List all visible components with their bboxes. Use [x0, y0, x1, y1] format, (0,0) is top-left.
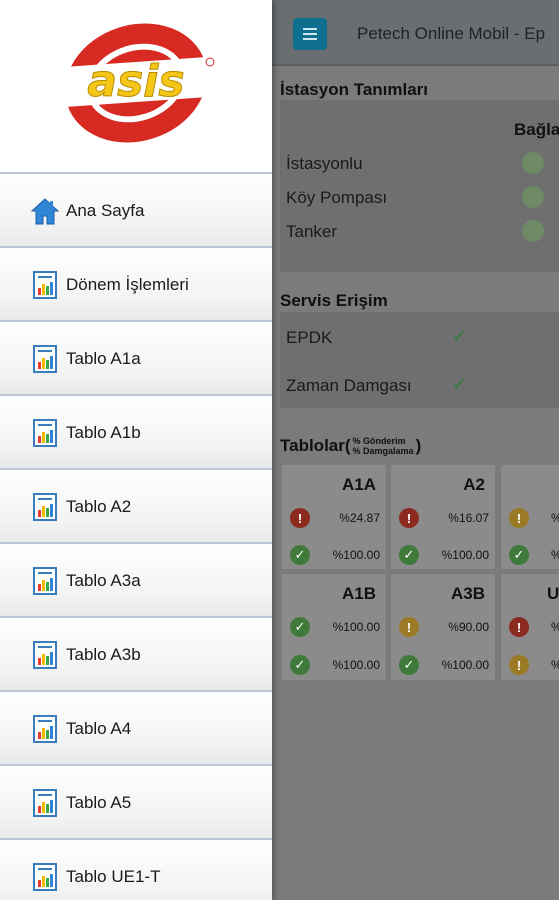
- menu-item-label: Tablo A3a: [66, 571, 141, 590]
- app-title: Petech Online Mobil - Ep: [357, 24, 546, 43]
- warning-icon: !: [509, 655, 529, 675]
- report-icon: [33, 493, 57, 521]
- check-icon: ✓: [452, 374, 468, 394]
- status-icon: [522, 186, 544, 208]
- sent-percent: %90.00: [448, 620, 489, 634]
- stamped-percent: %100.00: [441, 548, 489, 562]
- check-icon: ✓: [290, 617, 310, 637]
- menu-item-label: Tablo A3b: [66, 645, 141, 664]
- check-icon: ✓: [290, 655, 310, 675]
- menu-item-donem-islemleri[interactable]: Dönem İşlemleri: [0, 246, 272, 320]
- asis-logo: asis: [53, 23, 219, 143]
- main-screen: Petech Online Mobil - Ep İstasyon Tanıml…: [272, 0, 559, 900]
- card-name: A1A: [341, 475, 376, 494]
- report-icon: [33, 789, 57, 817]
- station-row-label: Köy Pompası: [286, 188, 388, 207]
- menu-icon[interactable]: [293, 18, 327, 50]
- station-row-label: Tanker: [286, 222, 338, 241]
- stamped-percent: %100.00: [332, 658, 380, 672]
- stations-section-title: İstasyon Tanımları: [280, 80, 429, 99]
- report-icon: [33, 419, 57, 447]
- menu-item-label: Tablo A1a: [66, 349, 141, 368]
- table-card[interactable]: A3B ! %90.00 ✓ %100.00: [391, 574, 495, 680]
- report-icon: [33, 715, 57, 743]
- status-icon: [522, 220, 544, 242]
- menu-item-tablo-a5[interactable]: Tablo A5: [0, 764, 272, 838]
- service-row-label: Zaman Damgası: [286, 376, 412, 395]
- services-section-title: Servis Erişim: [280, 291, 388, 310]
- menu-item-tablo-a1b[interactable]: Tablo A1b: [0, 394, 272, 468]
- card-name: A1B: [341, 584, 376, 603]
- table-card[interactable]: U !% !%: [501, 574, 559, 680]
- tables-title-prefix: Tablolar(: [280, 436, 351, 455]
- check-icon: ✓: [452, 326, 468, 346]
- tables-title-suffix: ): [415, 436, 422, 455]
- sent-percent: %: [551, 620, 559, 634]
- svg-text:asis: asis: [87, 56, 184, 107]
- report-icon: [33, 641, 57, 669]
- navigation-drawer: asis Ana Sayfa Dönem İşlemleri Tablo A1a…: [0, 0, 272, 900]
- stamped-percent: %100.00: [441, 658, 489, 672]
- menu-list: Ana Sayfa Dönem İşlemleri Tablo A1a Tabl…: [0, 172, 272, 900]
- menu-item-label: Dönem İşlemleri: [66, 275, 189, 294]
- logo-area: asis: [0, 0, 272, 172]
- report-icon: [33, 567, 57, 595]
- services-panel: EPDK ✓ Zaman Damgası ✓: [280, 312, 559, 408]
- check-icon: ✓: [399, 545, 419, 565]
- menu-item-ana-sayfa[interactable]: Ana Sayfa: [0, 172, 272, 246]
- report-icon: [33, 271, 57, 299]
- menu-item-tablo-a1a[interactable]: Tablo A1a: [0, 320, 272, 394]
- menu-item-tablo-ue1-t[interactable]: Tablo UE1-T: [0, 838, 272, 900]
- app-bar: Petech Online Mobil - Ep: [272, 0, 559, 66]
- status-icon: [522, 152, 544, 174]
- card-name: A3B: [450, 584, 485, 603]
- menu-item-tablo-a2[interactable]: Tablo A2: [0, 468, 272, 542]
- stations-column-header: Bağla: [514, 120, 559, 139]
- menu-item-label: Tablo UE1-T: [66, 867, 161, 886]
- stamped-percent: %: [551, 658, 559, 672]
- check-icon: ✓: [399, 655, 419, 675]
- station-row-label: İstasyonlu: [286, 154, 363, 173]
- menu-item-label: Tablo A2: [66, 497, 132, 516]
- service-row-label: EPDK: [286, 328, 333, 347]
- warning-icon: !: [509, 508, 529, 528]
- check-icon: ✓: [290, 545, 310, 565]
- report-icon: [33, 345, 57, 373]
- sent-percent: %16.07: [448, 511, 489, 525]
- card-name: A2: [463, 475, 485, 494]
- error-icon: !: [399, 508, 419, 528]
- menu-item-tablo-a3a[interactable]: Tablo A3a: [0, 542, 272, 616]
- legend-stamped: % Damgalama: [352, 446, 414, 456]
- legend-sent: % Gönderim: [352, 436, 406, 446]
- tables-legend: % Gönderim % Damgalama: [353, 436, 414, 456]
- stamped-percent: %100.00: [332, 548, 380, 562]
- table-card[interactable]: A2 ! %16.07 ✓ %100.00: [391, 465, 495, 569]
- sent-percent: %24.87: [339, 511, 380, 525]
- report-icon: [33, 863, 57, 891]
- error-icon: !: [290, 508, 310, 528]
- menu-item-label: Tablo A1b: [66, 423, 141, 442]
- table-card[interactable]: A1A ! %24.87 ✓ %100.00: [282, 465, 386, 569]
- stamped-percent: %1: [551, 548, 559, 562]
- menu-item-label: Tablo A5: [66, 793, 132, 812]
- stations-panel: Bağla İstasyonlu Köy Pompası Tanker: [280, 100, 559, 272]
- table-card[interactable]: A1B ✓ %100.00 ✓ %100.00: [282, 574, 386, 680]
- menu-item-label: Ana Sayfa: [66, 201, 145, 220]
- table-card[interactable]: !% ✓ %1: [501, 465, 559, 569]
- sent-percent: %100.00: [332, 620, 380, 634]
- card-name: U: [547, 584, 559, 603]
- tables-section-title: Tablolar( % Gönderim % Damgalama ): [280, 436, 421, 456]
- warning-icon: !: [399, 617, 419, 637]
- sent-percent: %: [551, 511, 559, 525]
- check-icon: ✓: [509, 545, 529, 565]
- error-icon: !: [509, 617, 529, 637]
- menu-item-label: Tablo A4: [66, 719, 132, 738]
- menu-item-tablo-a3b[interactable]: Tablo A3b: [0, 616, 272, 690]
- menu-item-tablo-a4[interactable]: Tablo A4: [0, 690, 272, 764]
- home-icon: [30, 198, 60, 225]
